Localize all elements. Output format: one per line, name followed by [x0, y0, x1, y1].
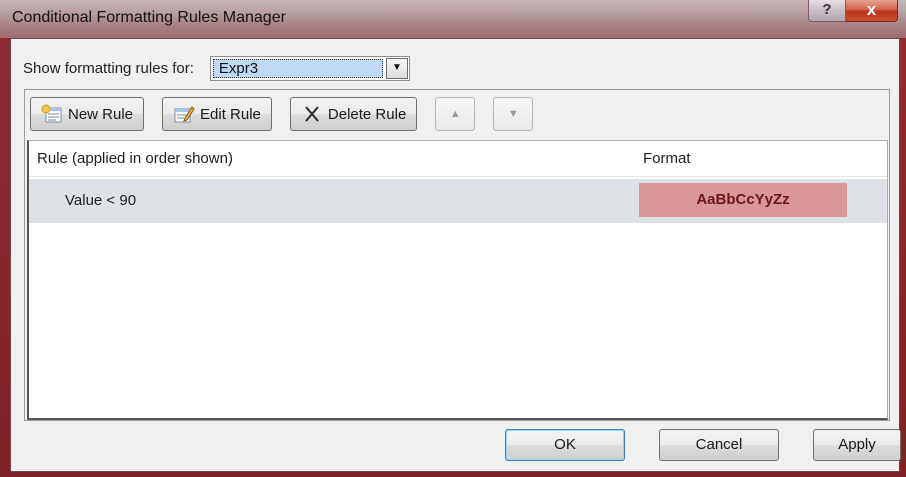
dropdown-arrow-icon[interactable]: ▼ [385, 57, 408, 79]
edit-rule-button[interactable]: Edit Rule [162, 97, 272, 131]
rule-condition: Value < 90 [65, 192, 137, 209]
move-up-button[interactable]: ▲ [435, 97, 476, 131]
show-rules-dropdown[interactable]: Expr3 ▼ [209, 55, 410, 81]
rules-toolbar: New Rule Edit Rule Delete Rule ▲ ▼ [30, 97, 534, 131]
cancel-button[interactable]: Cancel [659, 429, 779, 461]
apply-button[interactable]: Apply [813, 429, 901, 461]
edit-rule-icon [173, 104, 195, 124]
move-down-icon: ▼ [507, 108, 519, 120]
delete-rule-button[interactable]: Delete Rule [289, 97, 418, 131]
title-buttons: ? x [808, 0, 898, 24]
rule-row[interactable]: Value < 90 AaBbCcYyZz [29, 179, 887, 223]
move-down-button[interactable]: ▼ [493, 97, 534, 131]
close-button[interactable]: x [846, 0, 898, 22]
move-up-icon: ▲ [449, 108, 461, 120]
help-button[interactable]: ? [808, 0, 846, 22]
format-column-header[interactable]: Format [643, 150, 691, 167]
edit-rule-label: Edit Rule [200, 105, 261, 123]
window-title: Conditional Formatting Rules Manager [12, 9, 286, 26]
format-preview: AaBbCcYyZz [639, 183, 847, 217]
new-rule-label: New Rule [68, 105, 134, 123]
delete-x-icon [301, 104, 323, 124]
show-rules-label: Show formatting rules for: [23, 59, 194, 77]
new-rule-button[interactable]: New Rule [30, 97, 145, 131]
rule-column-header[interactable]: Rule (applied in order shown) [37, 150, 233, 167]
show-rules-selected[interactable]: Expr3 [212, 58, 383, 78]
dialog-buttons: OK Cancel Apply [505, 429, 901, 461]
dialog-body: Show formatting rules for: Expr3 ▼ New R… [10, 38, 901, 472]
delete-rule-label: Delete Rule [327, 105, 407, 123]
show-rules-row: Show formatting rules for: Expr3 ▼ [23, 55, 410, 81]
rules-list[interactable]: Rule (applied in order shown) Format Val… [27, 140, 888, 420]
rules-list-header: Rule (applied in order shown) Format [29, 141, 887, 177]
window-frame: Conditional Formatting Rules Manager ? x… [0, 0, 906, 477]
rules-groupbox: New Rule Edit Rule Delete Rule ▲ ▼ Rule … [24, 89, 890, 421]
new-rule-icon [41, 104, 63, 124]
title-bar[interactable]: Conditional Formatting Rules Manager ? x [0, 0, 906, 38]
ok-button[interactable]: OK [505, 429, 625, 461]
